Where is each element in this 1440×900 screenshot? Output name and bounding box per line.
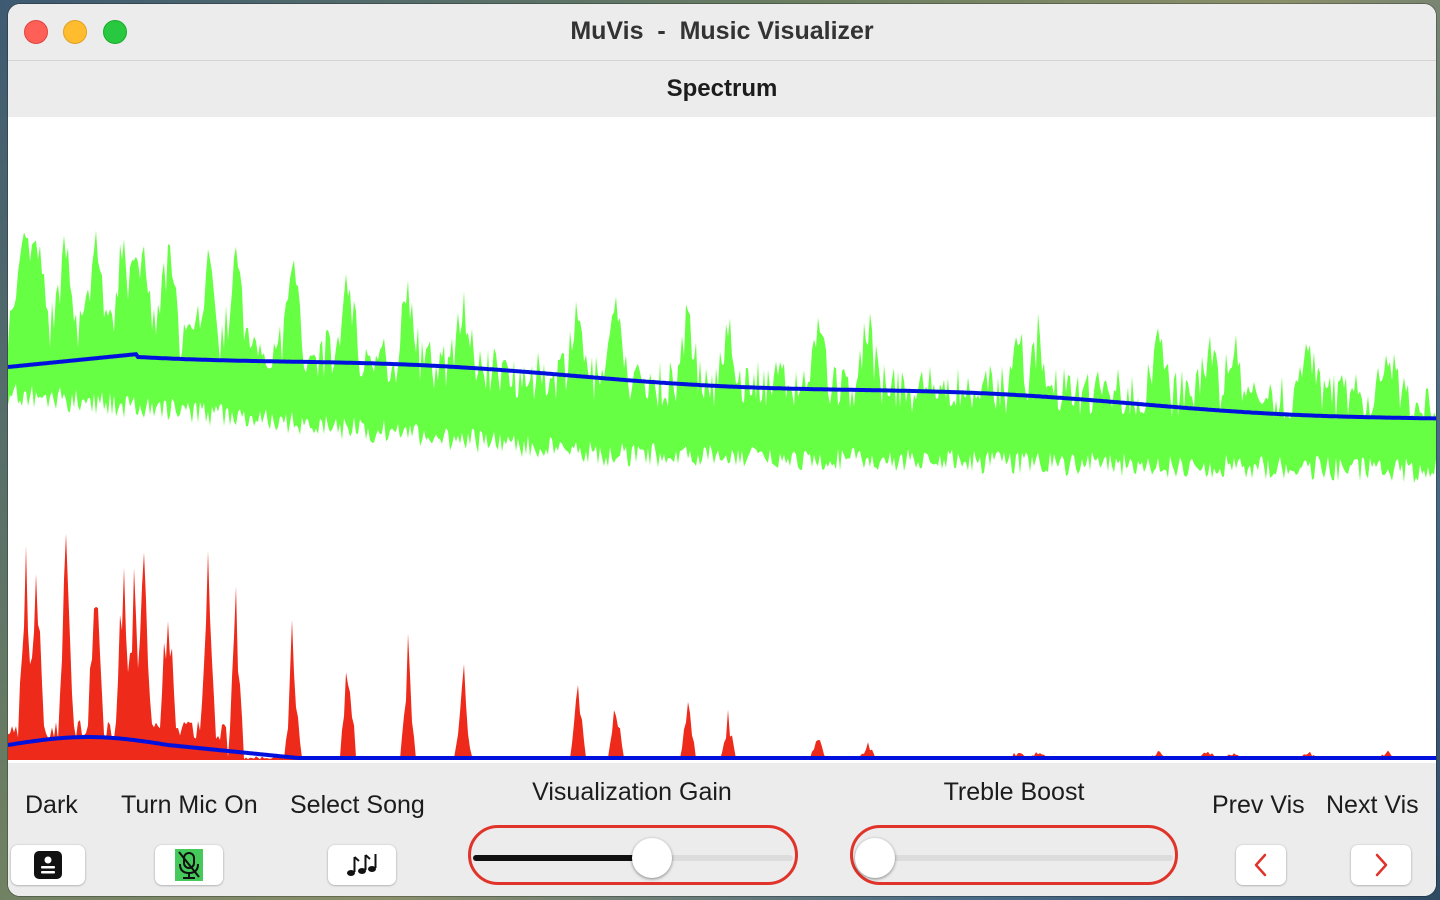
next-label: Next Vis <box>1326 791 1419 819</box>
mic-label: Turn Mic On <box>121 791 258 819</box>
spectrum-plot <box>8 230 1436 760</box>
treble-slider-frame <box>850 825 1178 885</box>
prev-vis-button[interactable] <box>1236 845 1286 885</box>
gain-slider-knob[interactable] <box>632 838 673 878</box>
chevron-right-icon <box>1375 853 1388 877</box>
gain-slider-fill <box>473 855 653 861</box>
visualization-title: Spectrum <box>8 61 1436 117</box>
treble-slider-knob[interactable] <box>855 838 895 878</box>
upper-spectrum-area <box>8 230 1436 483</box>
title-bar: MuVis - Music Visualizer <box>8 4 1436 61</box>
next-vis-button[interactable] <box>1351 845 1411 885</box>
prev-label: Prev Vis <box>1212 791 1305 819</box>
select-song-button[interactable] <box>328 845 396 885</box>
song-label: Select Song <box>290 791 425 819</box>
control-bar: Dark Turn Mic On Select Song Visualizati… <box>8 763 1436 896</box>
app-window: MuVis - Music Visualizer Spectrum Dark T… <box>8 4 1436 896</box>
treble-slider-track[interactable] <box>855 855 1173 861</box>
visualization-canvas <box>8 117 1436 763</box>
music-notes-icon <box>347 854 377 876</box>
dark-label: Dark <box>25 791 78 819</box>
display-settings-icon <box>34 851 62 879</box>
gain-label: Visualization Gain <box>532 778 732 806</box>
lower-spectrum-area <box>8 533 1436 760</box>
chevron-left-icon <box>1254 853 1267 877</box>
mic-button[interactable] <box>155 845 223 885</box>
gain-slider-frame <box>468 825 798 885</box>
treble-label: Treble Boost <box>943 778 1085 806</box>
dark-button[interactable] <box>11 845 85 885</box>
mic-slash-icon <box>175 849 203 881</box>
window-title: MuVis - Music Visualizer <box>570 17 874 45</box>
